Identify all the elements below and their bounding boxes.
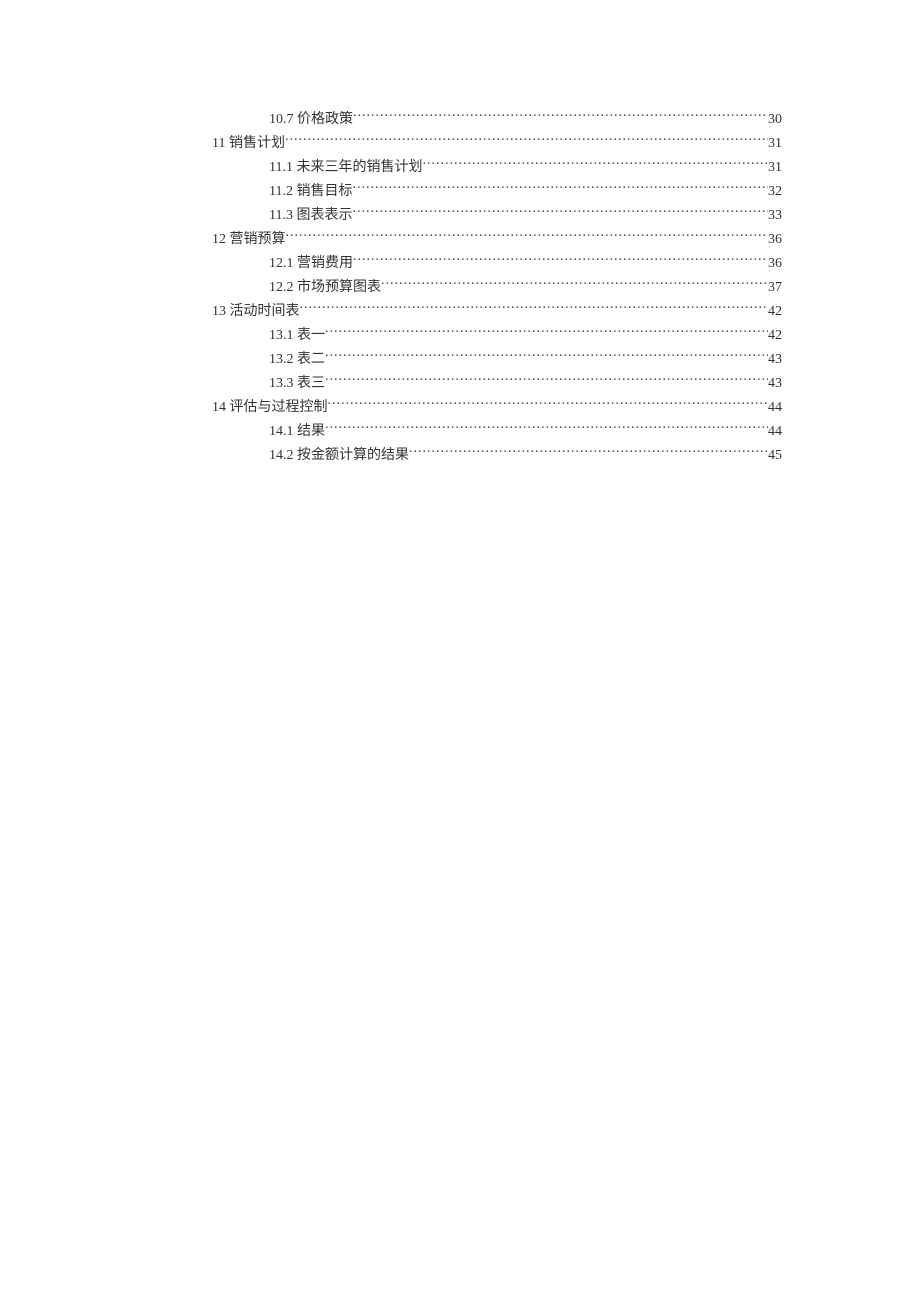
toc-page: 45 bbox=[768, 444, 782, 468]
toc-page: 43 bbox=[768, 372, 782, 396]
toc-page: 44 bbox=[768, 420, 782, 444]
toc-entry: 12 营销预算 36 bbox=[138, 228, 782, 252]
toc-label: 14.1 结果 bbox=[269, 420, 325, 444]
toc-page: 42 bbox=[768, 300, 782, 324]
toc-label: 13 活动时间表 bbox=[212, 300, 300, 324]
toc-dots bbox=[352, 181, 768, 195]
toc-dots bbox=[286, 229, 769, 243]
toc-dots bbox=[325, 349, 768, 363]
toc-dots bbox=[381, 277, 768, 291]
toc-dots bbox=[353, 253, 768, 267]
toc-dots bbox=[409, 445, 768, 459]
toc-page: 44 bbox=[768, 396, 782, 420]
toc-dots bbox=[285, 133, 768, 147]
toc-entry: 10.7 价格政策 30 bbox=[138, 108, 782, 132]
toc-entry: 12.1 营销费用 36 bbox=[138, 252, 782, 276]
toc-label: 14.2 按金额计算的结果 bbox=[269, 444, 409, 468]
toc-label: 11 销售计划 bbox=[212, 132, 285, 156]
toc-page: 30 bbox=[768, 108, 782, 132]
toc-label: 12.1 营销费用 bbox=[269, 252, 353, 276]
toc-label: 11.2 销售目标 bbox=[269, 180, 352, 204]
toc-page: 31 bbox=[768, 132, 782, 156]
toc-label: 13.2 表二 bbox=[269, 348, 325, 372]
toc-dots bbox=[325, 421, 768, 435]
toc-page: 43 bbox=[768, 348, 782, 372]
toc-entry: 14.1 结果 44 bbox=[138, 420, 782, 444]
toc-label: 14 评估与过程控制 bbox=[212, 396, 328, 420]
toc-entry: 13.2 表二 43 bbox=[138, 348, 782, 372]
toc-page: 31 bbox=[768, 156, 782, 180]
toc-label: 12 营销预算 bbox=[212, 228, 286, 252]
toc-dots bbox=[300, 301, 769, 315]
toc-dots bbox=[422, 157, 768, 171]
table-of-contents: 10.7 价格政策 30 11 销售计划 31 11.1 未来三年的销售计划 3… bbox=[138, 108, 782, 468]
toc-page: 42 bbox=[768, 324, 782, 348]
toc-label: 10.7 价格政策 bbox=[269, 108, 353, 132]
toc-label: 13.1 表一 bbox=[269, 324, 325, 348]
toc-page: 33 bbox=[768, 204, 782, 228]
toc-dots bbox=[325, 325, 768, 339]
toc-entry: 14.2 按金额计算的结果 45 bbox=[138, 444, 782, 468]
toc-page: 36 bbox=[768, 228, 782, 252]
toc-entry: 13.1 表一 42 bbox=[138, 324, 782, 348]
toc-entry: 12.2 市场预算图表 37 bbox=[138, 276, 782, 300]
toc-entry: 11.3 图表表示 33 bbox=[138, 204, 782, 228]
toc-entry: 13.3 表三 43 bbox=[138, 372, 782, 396]
toc-entry: 11.2 销售目标 32 bbox=[138, 180, 782, 204]
toc-dots bbox=[352, 205, 768, 219]
toc-label: 12.2 市场预算图表 bbox=[269, 276, 381, 300]
toc-dots bbox=[325, 373, 768, 387]
toc-entry: 14 评估与过程控制 44 bbox=[138, 396, 782, 420]
toc-entry: 11 销售计划 31 bbox=[138, 132, 782, 156]
toc-page: 37 bbox=[768, 276, 782, 300]
toc-label: 11.3 图表表示 bbox=[269, 204, 352, 228]
toc-page: 32 bbox=[768, 180, 782, 204]
toc-entry: 11.1 未来三年的销售计划 31 bbox=[138, 156, 782, 180]
toc-dots bbox=[328, 397, 769, 411]
toc-entry: 13 活动时间表 42 bbox=[138, 300, 782, 324]
toc-page: 36 bbox=[768, 252, 782, 276]
toc-label: 13.3 表三 bbox=[269, 372, 325, 396]
toc-label: 11.1 未来三年的销售计划 bbox=[269, 156, 422, 180]
toc-dots bbox=[353, 109, 768, 123]
